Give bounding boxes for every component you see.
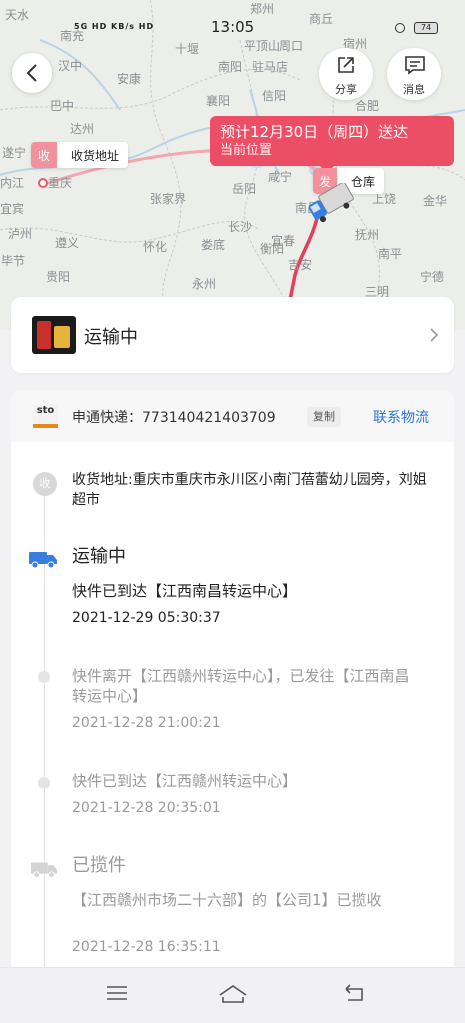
contact-carrier-link[interactable]: 联系物流 bbox=[373, 407, 429, 427]
tracking-number: 申通快递：773140421403709 bbox=[72, 410, 276, 426]
map-city: 长沙 bbox=[228, 220, 253, 234]
system-nav-bar bbox=[0, 967, 465, 1023]
receiver-marker[interactable]: 收 收货地址 bbox=[31, 142, 129, 168]
eta-text: 预计12月30日（周四）送达 bbox=[220, 123, 409, 141]
message-icon bbox=[405, 56, 425, 75]
destination-dot bbox=[38, 178, 48, 188]
map-city: 吉安 bbox=[288, 258, 313, 272]
shipment-status-card[interactable]: 运输中 bbox=[11, 297, 454, 373]
map-city: 内江 bbox=[0, 176, 25, 190]
copy-button[interactable]: 复制 bbox=[307, 407, 341, 427]
shipment-status-title: 运输中 bbox=[84, 327, 138, 348]
share-button[interactable]: 分享 bbox=[319, 48, 373, 100]
share-icon bbox=[338, 57, 354, 73]
map-city: 宁德 bbox=[420, 270, 445, 284]
map-city: 永州 bbox=[192, 277, 217, 291]
battery-indicator: 74 bbox=[414, 22, 438, 34]
receiver-badge: 收 bbox=[31, 142, 57, 168]
event-description: 快件离开【江西赣州转运中心】，已发往【江西南昌转运中心】 bbox=[72, 667, 410, 705]
clock-time: 13:05 bbox=[211, 18, 255, 36]
map-city: 信阳 bbox=[262, 89, 287, 103]
event-description: 【江西赣州市场二十六部】的【公司1】已揽收 bbox=[72, 891, 382, 909]
menu-icon[interactable] bbox=[106, 983, 128, 1003]
map-city: 驻马店 bbox=[252, 60, 289, 74]
product-thumbnail bbox=[32, 316, 76, 354]
event-stage: 运输中 bbox=[72, 546, 126, 567]
map-city: 遵义 bbox=[55, 236, 80, 250]
receiver-label: 收货地址 bbox=[71, 148, 120, 163]
map-city: 怀化 bbox=[143, 240, 168, 254]
map-city: 达州 bbox=[70, 122, 95, 136]
map-city: 重庆 bbox=[48, 176, 73, 190]
map-city: 泸州 bbox=[8, 227, 33, 241]
map-city: 咸宁 bbox=[268, 170, 293, 184]
timeline-dot bbox=[38, 671, 50, 683]
signal-indicator: 5G HD KB/s HD bbox=[74, 22, 155, 31]
map-city: 安康 bbox=[117, 72, 142, 86]
map-city: 宜宾 bbox=[0, 202, 25, 216]
truck-icon bbox=[308, 183, 354, 223]
event-description: 快件已到达【江西南昌转运中心】 bbox=[72, 582, 298, 600]
message-label: 消息 bbox=[403, 83, 425, 96]
current-position-label: 当前位置 bbox=[220, 143, 273, 158]
timeline-dot bbox=[38, 777, 50, 789]
event-description: 快件已到达【江西赣州转运中心】 bbox=[72, 772, 298, 790]
message-button[interactable]: 消息 bbox=[387, 48, 441, 100]
map-city: 岳阳 bbox=[232, 182, 257, 196]
event-time: 2021-12-29 05:30:37 bbox=[72, 610, 221, 626]
back-icon[interactable] bbox=[342, 983, 366, 1003]
map-city: 南阳 bbox=[218, 60, 243, 74]
back-arrow-icon bbox=[26, 64, 37, 82]
in-transit-truck-icon bbox=[29, 552, 57, 569]
carrier-row: sto 申通快递：773140421403709 复制 联系物流 bbox=[11, 390, 454, 442]
status-bar: 5G HD KB/s HD 13:05 74 bbox=[0, 14, 465, 42]
alarm-icon bbox=[395, 23, 405, 33]
map-city: 襄阳 bbox=[206, 94, 231, 108]
map-city: 南平 bbox=[378, 247, 403, 261]
event-time: 2021-12-28 20:35:01 bbox=[72, 800, 221, 816]
map-city: 巴中 bbox=[50, 99, 75, 113]
share-label: 分享 bbox=[335, 83, 357, 96]
tracking-card: sto 申通快递：773140421403709 复制 联系物流 收 收货地址:… bbox=[11, 390, 454, 990]
map-city: 抚州 bbox=[355, 228, 380, 242]
picked-up-truck-icon bbox=[31, 862, 58, 878]
event-time: 2021-12-28 21:00:21 bbox=[72, 715, 221, 731]
event-stage: 已揽件 bbox=[72, 855, 126, 876]
back-button[interactable] bbox=[12, 53, 52, 93]
address-badge-icon: 收 bbox=[33, 472, 57, 496]
map-city: 宜春 bbox=[271, 234, 296, 248]
map-city: 汉中 bbox=[58, 59, 83, 73]
home-icon[interactable] bbox=[218, 983, 248, 1005]
map-city: 张家界 bbox=[150, 192, 187, 206]
map-city: 金华 bbox=[423, 194, 448, 208]
map-city: 毕节 bbox=[1, 254, 26, 268]
event-time: 2021-12-28 16:35:11 bbox=[72, 939, 221, 955]
delivery-address: 收货地址:重庆市重庆市永川区小南门蓓蕾幼儿园旁，刘姐超市 bbox=[72, 472, 427, 508]
chevron-right-icon bbox=[430, 328, 439, 342]
carrier-logo: sto bbox=[33, 404, 58, 428]
map-city: 遂宁 bbox=[2, 146, 27, 160]
map-city: 娄底 bbox=[201, 238, 226, 252]
map-city: 贵阳 bbox=[46, 270, 71, 284]
map-city: 十堰 bbox=[175, 42, 200, 56]
route-map[interactable]: 天水 南充 达州 巴中 内江 遵义 毕节 贵阳 重庆 张家界 怀化 娄底 永州 … bbox=[0, 0, 465, 330]
map-city: 合肥 bbox=[355, 99, 380, 113]
eta-bubble: 预计12月30日（周四）送达 当前位置 bbox=[210, 116, 454, 173]
